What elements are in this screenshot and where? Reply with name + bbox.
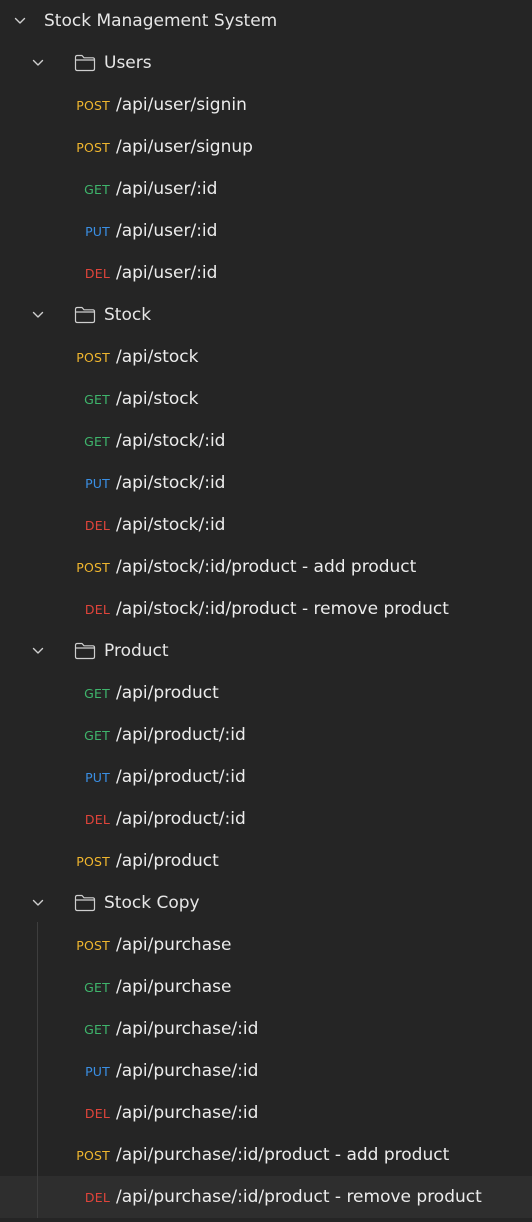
request-path: /api/stock	[116, 347, 199, 367]
folder-icon	[74, 53, 96, 73]
request-path: /api/purchase	[116, 935, 232, 955]
request-item[interactable]: POST/api/purchase	[0, 924, 532, 966]
method-badge: POST	[76, 559, 110, 575]
request-item[interactable]: GET/api/stock/:id	[0, 420, 532, 462]
folder-row[interactable]: Product	[0, 630, 532, 672]
request-item[interactable]: DEL/api/purchase/:id	[0, 1092, 532, 1134]
method-badge: GET	[84, 685, 110, 701]
request-item[interactable]: GET/api/purchase	[0, 966, 532, 1008]
request-item[interactable]: DEL/api/purchase/:id/product - remove pr…	[0, 1176, 532, 1218]
request-item[interactable]: PUT/api/user/:id	[0, 210, 532, 252]
request-item[interactable]: GET/api/purchase/:id	[0, 1008, 532, 1050]
request-path: /api/stock/:id/product - remove product	[116, 599, 449, 619]
request-path: /api/purchase/:id/product - add product	[116, 1145, 450, 1165]
method-badge: POST	[76, 139, 110, 155]
request-path: /api/purchase/:id	[116, 1103, 259, 1123]
chevron-down-icon[interactable]	[28, 893, 48, 913]
request-item[interactable]: PUT/api/product/:id	[0, 756, 532, 798]
request-item[interactable]: POST/api/user/signup	[0, 126, 532, 168]
request-path: /api/purchase	[116, 977, 232, 997]
folder-title: Stock Copy	[104, 893, 200, 913]
request-item[interactable]: GET/api/stock	[0, 378, 532, 420]
request-path: /api/product	[116, 683, 219, 703]
method-badge: DEL	[84, 1189, 110, 1205]
method-badge: GET	[84, 433, 110, 449]
method-badge: PUT	[85, 223, 110, 239]
request-item[interactable]: DEL/api/product/:id	[0, 798, 532, 840]
request-path: /api/stock/:id	[116, 515, 226, 535]
method-badge: DEL	[84, 601, 110, 617]
collection-tree: Stock Management System Users POST/api/us…	[0, 0, 532, 1218]
folder-title: Users	[104, 53, 152, 73]
collection-title: Stock Management System	[44, 11, 278, 31]
request-path: /api/user/signup	[116, 137, 253, 157]
folder-title: Stock	[104, 305, 152, 325]
method-badge: DEL	[84, 811, 110, 827]
request-item[interactable]: POST/api/stock	[0, 336, 532, 378]
request-path: /api/user/:id	[116, 179, 218, 199]
request-item[interactable]: POST/api/stock/:id/product - add product	[0, 546, 532, 588]
method-badge: GET	[84, 181, 110, 197]
request-path: /api/purchase/:id	[116, 1019, 259, 1039]
method-badge: DEL	[84, 1105, 110, 1121]
request-path: /api/stock/:id/product - add product	[116, 557, 417, 577]
method-badge: PUT	[85, 475, 110, 491]
request-item[interactable]: DEL/api/user/:id	[0, 252, 532, 294]
request-item[interactable]: POST/api/product	[0, 840, 532, 882]
method-badge: GET	[84, 1021, 110, 1037]
request-item[interactable]: DEL/api/stock/:id	[0, 504, 532, 546]
request-path: /api/user/signin	[116, 95, 247, 115]
request-path: /api/stock/:id	[116, 473, 226, 493]
request-path: /api/product/:id	[116, 767, 246, 787]
method-badge: PUT	[85, 769, 110, 785]
chevron-down-icon[interactable]	[28, 305, 48, 325]
request-item[interactable]: GET/api/product	[0, 672, 532, 714]
method-badge: POST	[76, 97, 110, 113]
method-badge: DEL	[84, 265, 110, 281]
request-item[interactable]: PUT/api/stock/:id	[0, 462, 532, 504]
request-item[interactable]: POST/api/purchase/:id/product - add prod…	[0, 1134, 532, 1176]
method-badge: DEL	[84, 517, 110, 533]
request-path: /api/stock/:id	[116, 431, 226, 451]
method-badge: GET	[84, 391, 110, 407]
chevron-down-icon[interactable]	[10, 11, 30, 31]
folder-icon	[74, 305, 96, 325]
request-item[interactable]: PUT/api/purchase/:id	[0, 1050, 532, 1092]
request-path: /api/purchase/:id	[116, 1061, 259, 1081]
request-item[interactable]: DEL/api/stock/:id/product - remove produ…	[0, 588, 532, 630]
collection-row[interactable]: Stock Management System	[0, 0, 532, 42]
request-path: /api/stock	[116, 389, 199, 409]
method-badge: PUT	[85, 1063, 110, 1079]
request-item[interactable]: GET/api/product/:id	[0, 714, 532, 756]
chevron-down-icon[interactable]	[28, 53, 48, 73]
folder-row[interactable]: Users	[0, 42, 532, 84]
method-badge: GET	[84, 979, 110, 995]
tree-guide-line	[37, 922, 38, 1218]
folder-icon	[74, 893, 96, 913]
request-path: /api/user/:id	[116, 263, 218, 283]
method-badge: POST	[76, 853, 110, 869]
method-badge: GET	[84, 727, 110, 743]
request-item[interactable]: POST/api/user/signin	[0, 84, 532, 126]
method-badge: POST	[76, 937, 110, 953]
folder-row[interactable]: Stock	[0, 294, 532, 336]
request-path: /api/purchase/:id/product - remove produ…	[116, 1187, 482, 1207]
request-path: /api/product	[116, 851, 219, 871]
request-path: /api/product/:id	[116, 809, 246, 829]
request-path: /api/user/:id	[116, 221, 218, 241]
folder-row[interactable]: Stock Copy	[0, 882, 532, 924]
folder-title: Product	[104, 641, 169, 661]
method-badge: POST	[76, 349, 110, 365]
request-path: /api/product/:id	[116, 725, 246, 745]
request-item[interactable]: GET/api/user/:id	[0, 168, 532, 210]
folder-icon	[74, 641, 96, 661]
folder-list: Users POST/api/user/signin POST/api/user/s…	[0, 42, 532, 1218]
method-badge: POST	[76, 1147, 110, 1163]
chevron-down-icon[interactable]	[28, 641, 48, 661]
